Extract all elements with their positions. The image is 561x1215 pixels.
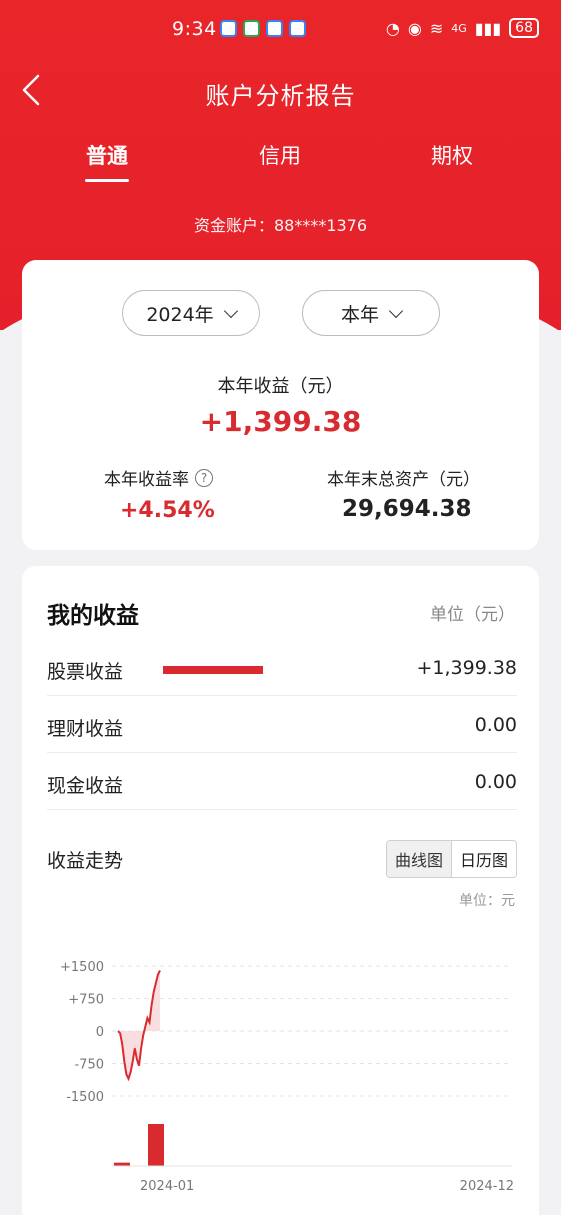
assets-label: 本年末总资产（元） bbox=[327, 470, 480, 490]
chevron-down-icon bbox=[388, 303, 404, 318]
summary-card: 2024年 本年 本年收益（元） +1,399.38 本年收益率 ? +4.54… bbox=[22, 260, 539, 550]
y-tick-label: 0 bbox=[96, 1025, 104, 1040]
period-select-value: 本年 bbox=[340, 303, 379, 326]
status-indicators: ◔ ◉ ≋ 4G ▮▮▮ 68 bbox=[386, 18, 539, 38]
row-label: 股票收益 bbox=[47, 661, 124, 683]
y-tick-label: -750 bbox=[74, 1058, 104, 1073]
x-tick-label: 2024-01 bbox=[140, 1179, 194, 1191]
year-select-value: 2024年 bbox=[146, 303, 214, 326]
app-icon bbox=[266, 20, 283, 37]
volume-bar bbox=[114, 1162, 130, 1166]
y-tick-label: +1500 bbox=[60, 960, 104, 975]
period-select[interactable]: 本年 bbox=[302, 290, 440, 336]
income-label: 本年收益（元） bbox=[217, 376, 344, 397]
speed-icon: ◔ bbox=[385, 18, 400, 38]
status-time: 9:34 bbox=[172, 18, 217, 40]
battery-indicator: 68 bbox=[509, 18, 539, 38]
rate-label-group: 本年收益率 ? bbox=[104, 465, 213, 490]
row-value: 0.00 bbox=[474, 714, 517, 736]
y-tick-label: +750 bbox=[68, 993, 104, 1008]
y-tick-label: -1500 bbox=[66, 1090, 104, 1105]
help-icon[interactable]: ? bbox=[195, 468, 213, 487]
trend-title: 收益走势 bbox=[47, 850, 124, 872]
earnings-unit: 单位（元） bbox=[430, 605, 515, 625]
row-label: 现金收益 bbox=[47, 775, 124, 797]
volume-bar bbox=[148, 1124, 164, 1166]
status-app-icons bbox=[220, 20, 306, 37]
chart-unit: 单位：元 bbox=[459, 893, 515, 909]
row-label: 理财收益 bbox=[47, 718, 124, 740]
nav-bar: 账户分析报告 bbox=[0, 62, 561, 122]
toggle-curve-button[interactable]: 曲线图 bbox=[386, 841, 452, 877]
chart-toggle: 曲线图 日历图 bbox=[385, 840, 517, 878]
account-number: 资金账户：88****1376 bbox=[193, 216, 368, 235]
row-value: 0.00 bbox=[474, 771, 517, 793]
year-select[interactable]: 2024年 bbox=[122, 290, 260, 336]
page-title: 账户分析报告 bbox=[205, 82, 356, 110]
row-bar bbox=[163, 666, 263, 674]
earnings-row-wealth[interactable]: 理财收益 0.00 bbox=[47, 697, 517, 753]
earnings-card: 我的收益 单位（元） 股票收益 +1,399.38 理财收益 0.00 现金收益… bbox=[22, 566, 539, 1215]
income-value: +1,399.38 bbox=[199, 405, 362, 438]
tab-normal[interactable]: 普通 bbox=[86, 140, 128, 170]
signal-icon: ▮▮▮ bbox=[474, 18, 502, 38]
status-bar: 9:34 ◔ ◉ ≋ 4G ▮▮▮ 68 bbox=[0, 0, 561, 58]
account-tabs: 普通 信用 期权 bbox=[0, 140, 561, 190]
app-icon bbox=[243, 20, 260, 37]
wifi-icon: ≋ bbox=[429, 18, 444, 38]
earnings-title: 我的收益 bbox=[47, 603, 139, 629]
rate-label: 本年收益率 bbox=[104, 470, 189, 490]
chevron-down-icon bbox=[223, 303, 238, 318]
row-value: +1,399.38 bbox=[416, 657, 517, 679]
x-tick-label: 2024-12 bbox=[460, 1179, 514, 1191]
trend-chart[interactable]: +1500 +750 0 -750 -1500 2024-01 2024-12 bbox=[22, 946, 539, 1191]
rate-value: +4.54% bbox=[120, 498, 215, 523]
tab-options[interactable]: 期权 bbox=[431, 140, 473, 170]
toggle-calendar-button[interactable]: 日历图 bbox=[451, 841, 516, 877]
network-label: 4G bbox=[451, 21, 467, 35]
tab-credit[interactable]: 信用 bbox=[259, 140, 301, 170]
assets-value: 29,694.38 bbox=[342, 496, 472, 522]
app-icon bbox=[220, 20, 237, 37]
earnings-row-cash[interactable]: 现金收益 0.00 bbox=[47, 754, 517, 810]
eye-icon: ◉ bbox=[407, 18, 422, 38]
earnings-row-stock[interactable]: 股票收益 +1,399.38 bbox=[47, 640, 517, 696]
app-icon bbox=[289, 20, 306, 37]
